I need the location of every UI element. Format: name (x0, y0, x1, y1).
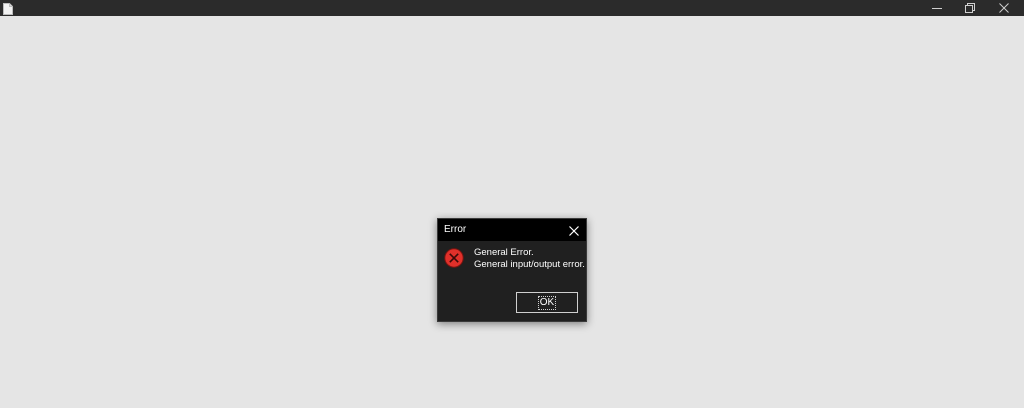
restore-button[interactable] (954, 0, 986, 16)
close-icon (999, 3, 1009, 13)
window-close-button[interactable] (988, 0, 1020, 16)
minimize-icon (932, 3, 942, 13)
error-message-line-1: General Error. (474, 247, 534, 258)
close-icon (569, 226, 579, 236)
error-dialog: Error General Error. General input/outpu… (437, 218, 587, 322)
dialog-close-button[interactable] (568, 224, 580, 236)
restore-icon (965, 3, 975, 13)
error-icon (444, 248, 464, 268)
window-titlebar (0, 0, 1024, 16)
ok-button[interactable]: OK (516, 292, 578, 313)
document-icon (3, 2, 13, 15)
dialog-titlebar: Error (438, 219, 586, 241)
dialog-title: Error (444, 224, 467, 235)
minimize-button[interactable] (921, 0, 953, 16)
ok-button-label: OK (537, 295, 557, 310)
error-message-line-2: General input/output error. (474, 259, 585, 270)
